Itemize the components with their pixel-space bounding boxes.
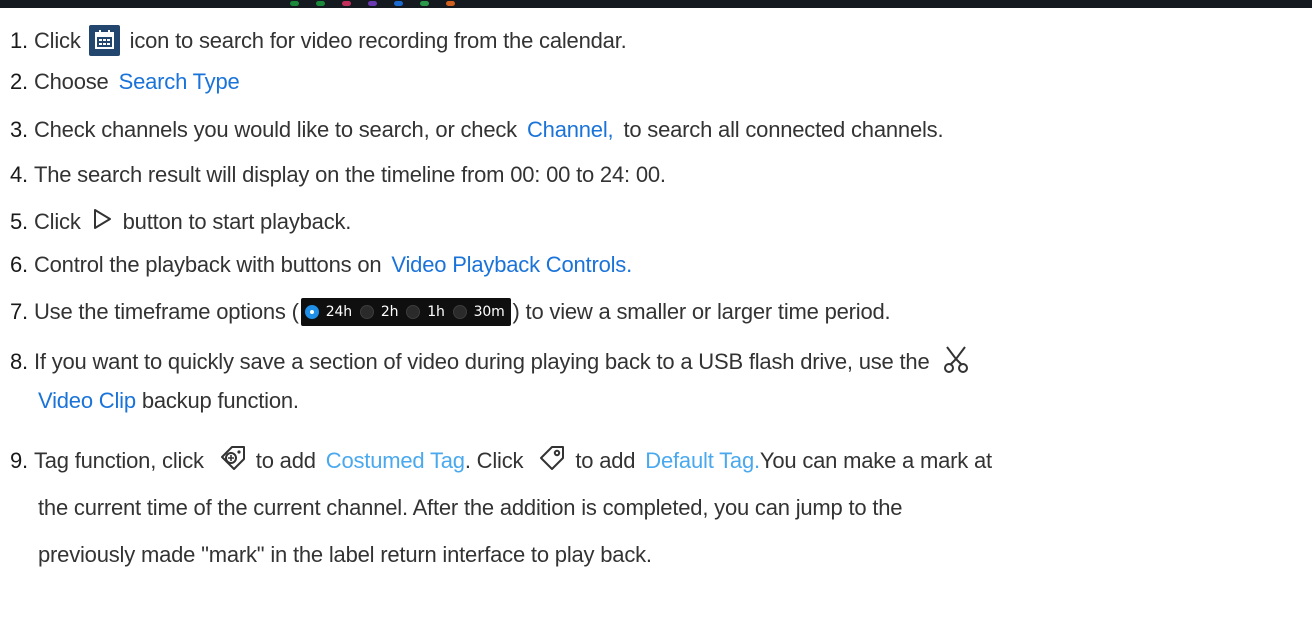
list-item-3: 3. Check channels you would like to sear… [10, 117, 944, 143]
default-tag-link[interactable]: Default Tag. [645, 448, 760, 474]
item-text: button to start playback. [122, 209, 352, 234]
item-text: The search result will display on the ti… [33, 162, 666, 187]
item-number: 2. [10, 69, 28, 94]
item-number: 5. [10, 209, 28, 234]
item-text: Control the playback with buttons on [33, 252, 382, 277]
item-text: ) to view a smaller or larger time perio… [512, 299, 891, 324]
list-item-2: 2. Choose Search Type [10, 69, 240, 95]
list-item-8-continuation: Video Clip backup function. [38, 388, 299, 414]
list-item-7: 7. Use the timeframe options ( 24h 2h 1h… [10, 298, 891, 326]
list-item-8: 8. If you want to quickly save a section… [10, 344, 971, 380]
calendar-icon[interactable] [88, 25, 120, 56]
item-text: to search all connected channels. [623, 117, 944, 142]
radio-icon[interactable] [452, 305, 467, 319]
item-text: Check channels you would like to search,… [33, 117, 517, 142]
timeframe-label: 2h [380, 304, 399, 320]
item-text: If you want to quickly save a section of… [33, 349, 930, 374]
list-item-9: 9. Tag function, click to add Costumed T… [10, 443, 992, 479]
timeframe-label: 1h [427, 304, 445, 320]
item-text: You can make a mark at [759, 448, 992, 473]
item-text: Use the timeframe options ( [33, 299, 299, 324]
timeframe-option-2h[interactable]: 2h [359, 304, 399, 320]
tag-icon[interactable] [537, 443, 567, 479]
video-playback-controls-link[interactable]: Video Playback Controls. [391, 252, 632, 278]
item-number: 7. [10, 299, 28, 324]
instruction-list: 1. Click icon to search for video record… [0, 0, 1312, 619]
item-text: icon to search for video recording from … [129, 27, 627, 53]
item-text: the current time of the current channel.… [38, 495, 903, 520]
list-item-5: 5. Click button to start playback. [10, 207, 351, 237]
radio-icon[interactable] [359, 305, 374, 319]
item-number: 6. [10, 252, 28, 277]
timeframe-option-24h[interactable]: 24h [304, 304, 352, 320]
item-text: . Click [464, 448, 524, 473]
video-clip-link[interactable]: Video Clip [38, 388, 136, 413]
item-text: Click [33, 209, 81, 234]
radio-icon[interactable] [406, 305, 421, 319]
item-text: to add [255, 448, 316, 473]
item-number: 9. [10, 448, 28, 473]
item-number: 1. [10, 27, 28, 53]
play-triangle-icon[interactable] [91, 207, 113, 237]
timeframe-option-30m[interactable]: 30m [452, 304, 505, 320]
item-text: to add [575, 448, 636, 473]
item-text: backup function. [141, 388, 299, 413]
item-text: previously made "mark" in the label retu… [38, 542, 652, 567]
timeframe-label: 24h [325, 304, 352, 320]
list-item-1: 1. Click icon to search for video record… [10, 25, 627, 56]
item-text: Click [33, 27, 81, 53]
timeframe-label: 30m [473, 304, 505, 320]
search-type-link[interactable]: Search Type [119, 69, 240, 95]
timeframe-option-1h[interactable]: 1h [406, 304, 445, 320]
channel-link[interactable]: Channel, [527, 117, 614, 143]
list-item-6: 6. Control the playback with buttons on … [10, 252, 632, 278]
scissors-icon[interactable] [941, 344, 971, 380]
item-text: Choose [33, 69, 109, 94]
tag-add-icon[interactable] [218, 443, 248, 479]
list-item-4: 4. The search result will display on the… [10, 162, 666, 188]
item-number: 8. [10, 349, 28, 374]
item-text: Tag function, click [33, 448, 204, 473]
timeframe-options: 24h 2h 1h 30m [300, 298, 511, 326]
item-number: 4. [10, 162, 28, 187]
list-item-9-line-3: previously made "mark" in the label retu… [38, 542, 652, 568]
radio-selected-icon[interactable] [304, 305, 319, 319]
item-number: 3. [10, 117, 28, 142]
costumed-tag-link[interactable]: Costumed Tag [326, 448, 465, 474]
list-item-9-line-2: the current time of the current channel.… [38, 495, 903, 521]
